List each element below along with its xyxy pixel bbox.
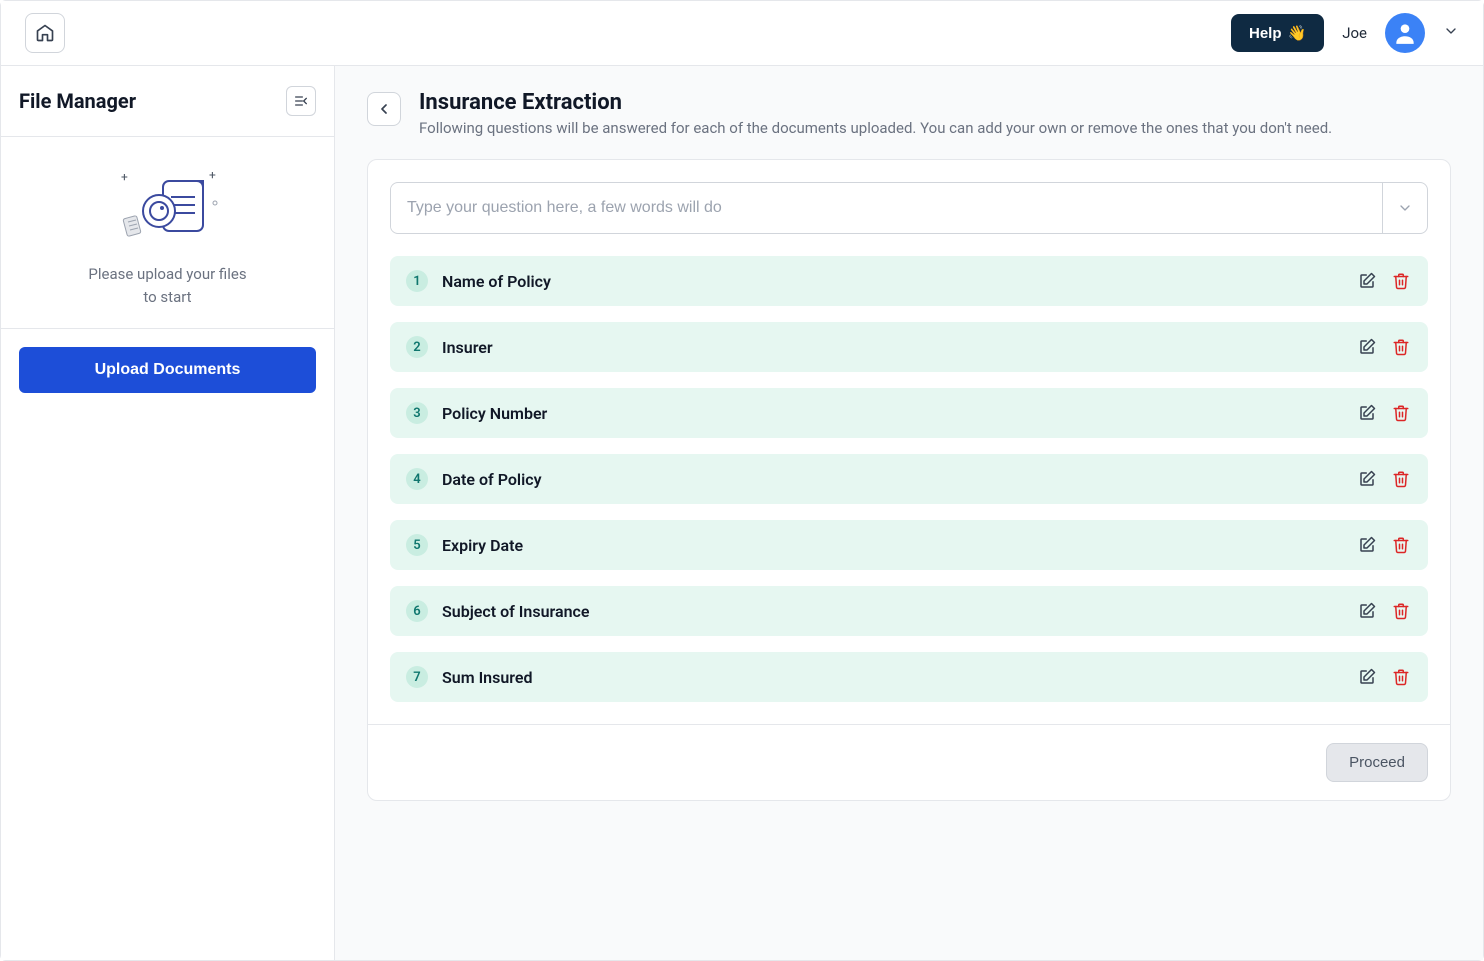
back-button[interactable] [367, 92, 401, 126]
edit-question-button[interactable] [1356, 666, 1378, 688]
edit-question-button[interactable] [1356, 270, 1378, 292]
edit-question-button[interactable] [1356, 600, 1378, 622]
upload-zone: + + [1, 137, 334, 329]
edit-icon [1358, 536, 1376, 554]
edit-question-button[interactable] [1356, 468, 1378, 490]
collapse-sidebar-button[interactable] [286, 86, 316, 116]
question-label: Policy Number [442, 404, 1342, 423]
question-label: Subject of Insurance [442, 602, 1342, 621]
user-name: Joe [1342, 24, 1367, 42]
trash-icon [1392, 470, 1410, 488]
delete-question-button[interactable] [1390, 402, 1412, 424]
questions-card: 1 Name of Policy 2 Insurer 3 Policy Number 4 Da… [367, 159, 1451, 801]
question-label: Date of Policy [442, 470, 1342, 489]
help-button[interactable]: Help 👋 [1231, 14, 1324, 52]
question-number: 5 [406, 534, 428, 556]
question-item: 5 Expiry Date [390, 520, 1428, 570]
proceed-button[interactable]: Proceed [1326, 743, 1428, 782]
user-icon [1392, 20, 1418, 46]
chevron-down-icon [1443, 23, 1459, 39]
question-dropdown-trigger[interactable] [1382, 183, 1427, 233]
question-number: 1 [406, 270, 428, 292]
question-item: 7 Sum Insured [390, 652, 1428, 702]
collapse-icon [293, 93, 309, 109]
question-item: 4 Date of Policy [390, 454, 1428, 504]
edit-icon [1358, 602, 1376, 620]
svg-text:+: + [209, 168, 216, 182]
question-label: Sum Insured [442, 668, 1342, 687]
question-number: 2 [406, 336, 428, 358]
avatar[interactable] [1385, 13, 1425, 53]
upload-hint-line1: Please upload your files [19, 263, 316, 286]
question-list: 1 Name of Policy 2 Insurer 3 Policy Number 4 Da… [390, 256, 1428, 702]
wave-icon: 👋 [1288, 24, 1307, 42]
edit-icon [1358, 470, 1376, 488]
edit-question-button[interactable] [1356, 402, 1378, 424]
upload-hint-line2: to start [19, 286, 316, 309]
sidebar-title: File Manager [19, 89, 136, 113]
page-subtitle: Following questions will be answered for… [419, 119, 1332, 137]
trash-icon [1392, 404, 1410, 422]
chevron-left-icon [376, 101, 392, 117]
user-menu-trigger[interactable] [1443, 23, 1459, 43]
question-label: Insurer [442, 338, 1342, 357]
delete-question-button[interactable] [1390, 600, 1412, 622]
trash-icon [1392, 338, 1410, 356]
upload-hint: Please upload your files to start [19, 263, 316, 308]
upload-documents-button[interactable]: Upload Documents [19, 347, 316, 393]
question-item: 2 Insurer [390, 322, 1428, 372]
edit-icon [1358, 338, 1376, 356]
sidebar: File Manager + + [1, 66, 335, 960]
home-button[interactable] [25, 13, 65, 53]
question-item: 1 Name of Policy [390, 256, 1428, 306]
question-input-row [390, 182, 1428, 234]
trash-icon [1392, 668, 1410, 686]
delete-question-button[interactable] [1390, 468, 1412, 490]
delete-question-button[interactable] [1390, 534, 1412, 556]
question-number: 7 [406, 666, 428, 688]
question-label: Expiry Date [442, 536, 1342, 555]
main-content: Insurance Extraction Following questions… [335, 66, 1483, 960]
question-item: 6 Subject of Insurance [390, 586, 1428, 636]
edit-icon [1358, 272, 1376, 290]
question-item: 3 Policy Number [390, 388, 1428, 438]
help-label: Help [1249, 25, 1282, 42]
page-title: Insurance Extraction [419, 90, 1332, 115]
question-input[interactable] [391, 185, 1382, 231]
delete-question-button[interactable] [1390, 270, 1412, 292]
edit-question-button[interactable] [1356, 336, 1378, 358]
question-label: Name of Policy [442, 272, 1342, 291]
trash-icon [1392, 602, 1410, 620]
trash-icon [1392, 272, 1410, 290]
edit-icon [1358, 668, 1376, 686]
upload-illustration: + + [19, 167, 316, 247]
svg-text:+: + [121, 170, 128, 184]
question-number: 4 [406, 468, 428, 490]
question-number: 6 [406, 600, 428, 622]
home-icon [35, 23, 55, 43]
edit-icon [1358, 404, 1376, 422]
edit-question-button[interactable] [1356, 534, 1378, 556]
delete-question-button[interactable] [1390, 666, 1412, 688]
trash-icon [1392, 536, 1410, 554]
topbar: Help 👋 Joe [1, 1, 1483, 66]
delete-question-button[interactable] [1390, 336, 1412, 358]
question-number: 3 [406, 402, 428, 424]
chevron-down-icon [1397, 200, 1413, 216]
